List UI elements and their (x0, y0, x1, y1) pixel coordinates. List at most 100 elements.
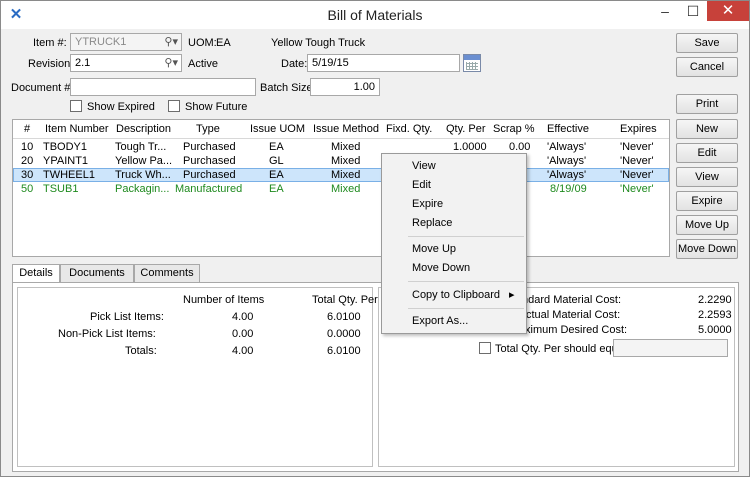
menu-item-edit[interactable]: Edit (412, 179, 431, 191)
context-menu: View Edit Expire Replace Move Up Move Do… (381, 153, 527, 334)
row-qty-per: 1.0000 (453, 141, 487, 153)
item-totals-panel: Number of Items Total Qty. Per Pick List… (17, 287, 378, 467)
expire-button[interactable]: Expire (676, 191, 738, 211)
row-type: Purchased (183, 141, 236, 153)
total-qty-per-field (613, 339, 728, 357)
menu-item-view[interactable]: View (412, 160, 436, 172)
submenu-arrow-icon: ▸ (509, 289, 515, 301)
column-header[interactable]: Item Number (45, 123, 109, 135)
show-expired-checkbox[interactable] (70, 100, 82, 112)
total-qty-per-header: Total Qty. Per (312, 294, 378, 306)
details-panel: Number of Items Total Qty. Per Pick List… (12, 282, 739, 472)
view-button[interactable]: View (676, 167, 738, 187)
revision-field[interactable]: 2.1 ⚲▾ (70, 54, 182, 72)
menu-item-replace[interactable]: Replace (412, 217, 452, 229)
row-type: Manufactured (175, 183, 243, 195)
tab-comments[interactable]: Comments (134, 264, 200, 282)
uom-value: EA (216, 37, 231, 49)
column-header[interactable]: Effective (547, 123, 589, 135)
non-pick-list-label: Non-Pick List Items: (58, 328, 156, 340)
tab-details[interactable]: Details (12, 264, 60, 283)
row-effective: 'Always' (547, 169, 587, 181)
menu-item-move-up[interactable]: Move Up (412, 243, 456, 255)
tab-documents[interactable]: Documents (60, 264, 134, 282)
item-description: Yellow Tough Truck (271, 37, 366, 49)
revision-status: Active (188, 58, 218, 70)
row-number: 20 (21, 155, 34, 167)
lookup-icon[interactable]: ⚲▾ (164, 56, 178, 69)
edit-button[interactable]: Edit (676, 143, 738, 163)
cancel-button[interactable]: Cancel (676, 57, 738, 77)
row-number: 30 (21, 169, 34, 181)
revision-label: Revision: (28, 58, 74, 70)
window-title: Bill of Materials (327, 7, 423, 23)
revision-value: 2.1 (75, 57, 91, 69)
row-issue-method: Mixed (331, 155, 361, 167)
item-number-field: YTRUCK1 ⚲▾ (70, 33, 182, 51)
menu-item-copy-to-clipboard[interactable]: Copy to Clipboard (412, 289, 500, 301)
minimize-button[interactable]: – (651, 1, 679, 21)
row-expires: 'Never' (620, 183, 654, 195)
menu-item-move-down[interactable]: Move Down (412, 262, 470, 274)
column-header[interactable]: Issue UOM (250, 123, 305, 135)
column-header[interactable]: Issue Method (313, 123, 379, 135)
calendar-icon[interactable] (463, 54, 481, 72)
new-button[interactable]: New (676, 119, 738, 139)
row-description: Tough Tr... (115, 141, 167, 153)
row-description: Truck Wh... (115, 169, 171, 181)
actual-cost-label: ctual Material Cost: (526, 309, 621, 321)
row-expires: 'Never' (620, 169, 654, 181)
show-future-checkbox[interactable] (168, 100, 180, 112)
table-row[interactable]: 50 TSUB1 Packagin... Manufactured EA Mix… (13, 182, 669, 196)
row-issue-uom: GL (269, 155, 284, 167)
standard-cost-value: 2.2290 (698, 294, 732, 306)
menu-separator (408, 281, 524, 282)
column-header[interactable]: Fixd. Qty. (386, 123, 432, 135)
standard-cost-label: ndard Material Cost: (522, 294, 622, 306)
column-header[interactable]: Description (116, 123, 171, 135)
save-button[interactable]: Save (676, 33, 738, 53)
row-scrap: 0.00 (509, 141, 531, 153)
table-row[interactable]: 10 TBODY1 Tough Tr... Purchased EA Mixed… (13, 140, 669, 154)
move-up-button[interactable]: Move Up (676, 215, 738, 235)
row-description: Packagin... (115, 183, 170, 195)
totals-items: 4.00 (232, 345, 254, 357)
close-button[interactable]: ✕ (707, 1, 749, 21)
row-item-number: YPAINT1 (43, 155, 89, 167)
totals-label: Totals: (125, 345, 157, 357)
column-header[interactable]: Type (196, 123, 220, 135)
row-issue-uom: EA (269, 169, 284, 181)
row-effective: 8/19/09 (550, 183, 587, 195)
row-issue-uom: EA (269, 183, 284, 195)
menu-item-export-as[interactable]: Export As... (412, 315, 468, 327)
row-expires: 'Never' (620, 141, 654, 153)
column-header[interactable]: Qty. Per (446, 123, 486, 135)
document-label: Document #: (11, 82, 74, 94)
item-number-value: YTRUCK1 (75, 36, 127, 48)
row-issue-method: Mixed (331, 169, 361, 181)
row-effective: 'Always' (547, 141, 587, 153)
actual-cost-value: 2.2593 (698, 309, 732, 321)
table-row[interactable]: 20 YPAINT1 Yellow Pa... Purchased GL Mix… (13, 154, 669, 168)
row-type: Purchased (183, 155, 236, 167)
batch-size-field[interactable]: 1.00 (310, 78, 380, 96)
row-expires: 'Never' (620, 155, 654, 167)
column-header[interactable]: Scrap % (493, 123, 535, 135)
total-qty-per-checkbox[interactable] (479, 342, 491, 354)
bom-items-table[interactable]: # Item Number Description Type Issue UOM… (12, 119, 670, 257)
row-description: Yellow Pa... (115, 155, 173, 167)
column-header[interactable]: Expires (620, 123, 657, 135)
maximize-button[interactable]: ☐ (679, 1, 707, 21)
table-row-selected[interactable]: 30 TWHEEL1 Truck Wh... Purchased EA Mixe… (13, 168, 669, 182)
date-field[interactable]: 5/19/15 (307, 54, 460, 72)
print-button[interactable]: Print (676, 94, 738, 114)
menu-separator (408, 308, 524, 309)
document-field[interactable] (70, 78, 256, 96)
title-bar: ✕ Bill of Materials – ☐ ✕ (1, 1, 749, 29)
lookup-icon: ⚲▾ (164, 36, 178, 48)
move-down-button[interactable]: Move Down (676, 239, 738, 259)
menu-item-expire[interactable]: Expire (412, 198, 443, 210)
non-pick-list-total: 0.0000 (327, 328, 361, 340)
bill-of-materials-window: ✕ Bill of Materials – ☐ ✕ Item #: YTRUCK… (0, 0, 750, 477)
column-header[interactable]: # (24, 123, 30, 135)
